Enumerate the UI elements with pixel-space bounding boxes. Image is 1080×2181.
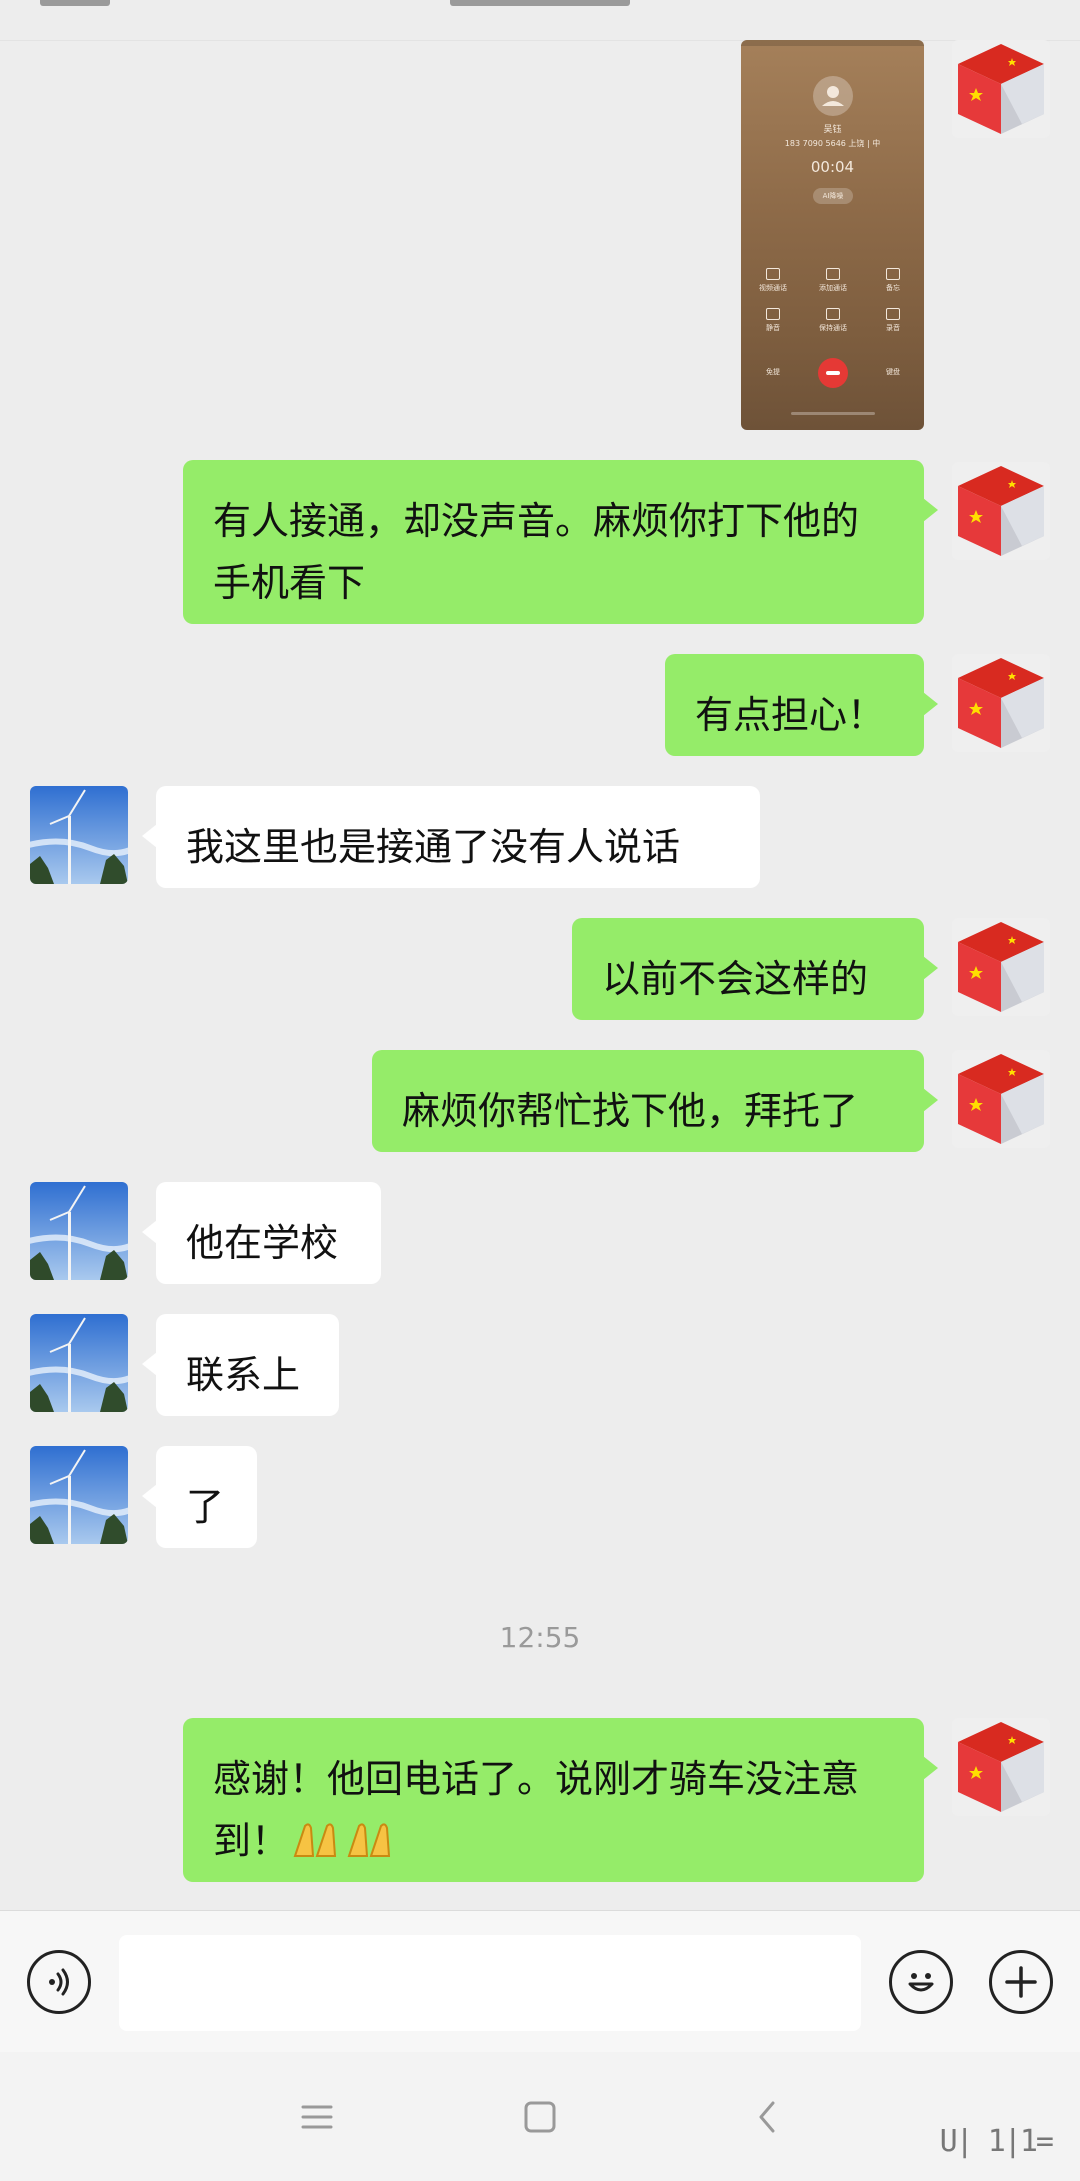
ai-badge: AI降噪: [813, 188, 853, 204]
wind-turbine-avatar-icon: [30, 1314, 128, 1412]
keypad-label: 键盘: [886, 368, 900, 376]
message-bubble-sent[interactable]: 麻烦你帮忙找下他，拜托了: [372, 1050, 938, 1152]
avatar[interactable]: [952, 40, 1050, 138]
message-input[interactable]: [119, 1935, 861, 2031]
call-screenshot-image[interactable]: 吴钰 183 7090 5646 上饶 | 中 00:04 AI降噪 视频通话 …: [741, 40, 924, 430]
message-bubble-received[interactable]: 联系上: [142, 1314, 339, 1416]
chat-area[interactable]: 吴钰 183 7090 5646 上饶 | 中 00:04 AI降噪 视频通话 …: [0, 40, 1080, 1910]
wind-turbine-avatar-icon: [30, 1446, 128, 1544]
call-control: 保持通话: [811, 308, 855, 333]
mute-icon: [766, 308, 780, 320]
status-bar: [0, 0, 1080, 41]
call-control: 静音: [751, 308, 795, 333]
home-icon: [524, 2101, 556, 2132]
nav-handle: [791, 412, 875, 415]
emoji-icon: [908, 1973, 934, 1992]
call-control: 备忘: [871, 268, 915, 293]
message-bubble-received[interactable]: 他在学校: [142, 1182, 381, 1284]
status-bar-fragment: [450, 0, 630, 6]
avatar[interactable]: [952, 1718, 1050, 1816]
message-bubble-sent[interactable]: 有人接通，却没声音。麻烦你打下他的 手机看下: [183, 460, 938, 624]
cube-flag-avatar-icon: [952, 462, 1050, 560]
add-icon: [826, 268, 840, 280]
wind-turbine-avatar-icon: [30, 1182, 128, 1280]
wind-turbine-avatar-icon: [30, 786, 128, 884]
note-icon: [886, 268, 900, 280]
hold-icon: [826, 308, 840, 320]
more-button[interactable]: [989, 1950, 1053, 2014]
avatar[interactable]: [30, 1314, 128, 1412]
avatar[interactable]: [30, 786, 128, 884]
watermark: U| 1|1=: [939, 2124, 1054, 2159]
cube-flag-avatar-icon: [952, 918, 1050, 1016]
hang-up-icon: [818, 358, 848, 388]
message-bubble-sent[interactable]: 以前不会这样的: [572, 918, 938, 1020]
avatar[interactable]: [952, 462, 1050, 560]
avatar[interactable]: [952, 654, 1050, 752]
back-icon: [759, 2101, 775, 2132]
back-button[interactable]: [710, 2052, 824, 2181]
cube-flag-avatar-icon: [952, 654, 1050, 752]
avatar[interactable]: [952, 918, 1050, 1016]
voice-input-button[interactable]: [27, 1950, 91, 2014]
menu-button[interactable]: [260, 2052, 374, 2181]
message-bubble-sent[interactable]: 有点担心！: [665, 654, 938, 756]
status-bar-mini: [741, 40, 924, 46]
call-control: 视频通话: [751, 268, 795, 293]
emoji-button[interactable]: [889, 1950, 953, 2014]
cube-flag-avatar-icon: [952, 1718, 1050, 1816]
call-timer: 00:04: [810, 158, 855, 176]
message-bubble-received[interactable]: 了: [142, 1446, 257, 1548]
avatar[interactable]: [30, 1446, 128, 1544]
voice-input-icon: [49, 1968, 69, 1996]
message-timestamp: 12:55: [499, 1621, 581, 1654]
call-control: 添加通话: [811, 268, 855, 293]
system-nav-bar: U| 1|1=: [0, 2052, 1080, 2181]
call-control: 录音: [871, 308, 915, 333]
avatar[interactable]: [952, 1050, 1050, 1148]
folded-hands-icon: [345, 1816, 397, 1878]
message-composer: [0, 1910, 1080, 2053]
folded-hands-icon: [291, 1816, 343, 1878]
contact-avatar-icon: [813, 76, 853, 116]
status-bar-fragment: [40, 0, 110, 6]
plus-icon: [1005, 1966, 1037, 1998]
message-bubble-received[interactable]: 我这里也是接通了没有人说话: [142, 786, 760, 888]
message-bubble-sent[interactable]: 感谢！他回电话了。说刚才骑车没注意 到！: [183, 1718, 938, 1882]
record-icon: [886, 308, 900, 320]
cube-flag-avatar-icon: [952, 40, 1050, 138]
video-icon: [766, 268, 780, 280]
cube-flag-avatar-icon: [952, 1050, 1050, 1148]
speaker-label: 免提: [766, 368, 780, 376]
avatar[interactable]: [30, 1182, 128, 1280]
home-button[interactable]: [483, 2052, 597, 2181]
caller-name: 吴钰: [823, 125, 842, 135]
caller-info: 183 7090 5646 上饶 | 中: [784, 139, 881, 148]
menu-icon: [301, 2105, 333, 2128]
